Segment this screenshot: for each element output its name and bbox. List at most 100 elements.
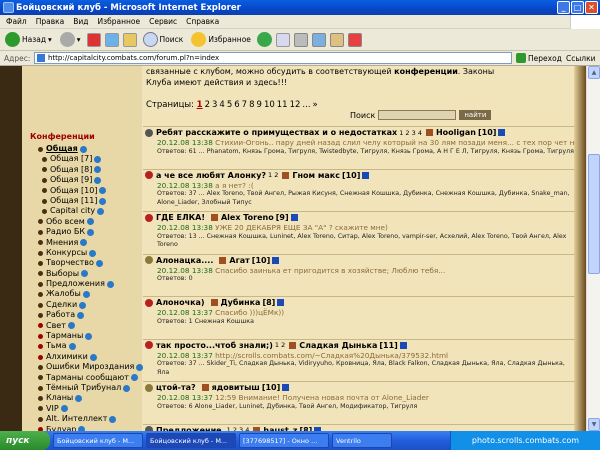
page-link[interactable]: 6	[234, 100, 239, 110]
page-link[interactable]: 9	[257, 100, 262, 110]
sidebar-item[interactable]: Ошибки Мироздания	[30, 362, 144, 372]
topic-pages[interactable]: 1 2	[275, 341, 285, 349]
topic-title[interactable]: так просто...чтоб знали;)	[156, 341, 273, 350]
menu-file[interactable]: Файл	[6, 17, 27, 26]
history-icon[interactable]	[256, 32, 272, 47]
sidebar-item[interactable]: Общая [10]	[30, 186, 144, 196]
sidebar-item[interactable]: Кланы	[30, 393, 144, 403]
topic-title[interactable]: Алоночка)	[156, 298, 205, 307]
stop-icon[interactable]	[86, 32, 101, 47]
scroll-down-button[interactable]: ▼	[588, 418, 600, 431]
sidebar-item[interactable]: Тьма	[30, 341, 144, 351]
info-icon[interactable]	[498, 129, 506, 136]
forward-button[interactable]: ▾	[58, 31, 83, 49]
info-icon[interactable]	[272, 256, 280, 264]
topic-title[interactable]: ГДЕ ЕЛКА!	[156, 213, 205, 222]
page-link[interactable]: 12	[290, 100, 301, 110]
topic-author[interactable]: Дубинка	[221, 298, 261, 307]
page-link[interactable]: 11	[277, 100, 288, 110]
mail-icon[interactable]	[275, 32, 290, 47]
topic-author[interactable]: Агат	[229, 256, 249, 265]
page-link[interactable]: 3	[212, 100, 217, 110]
info-icon[interactable]	[282, 384, 290, 391]
messenger-icon[interactable]	[347, 32, 362, 47]
info-icon[interactable]	[362, 171, 370, 179]
home-icon[interactable]	[122, 32, 137, 47]
topic-author[interactable]: Alex Toreno	[221, 213, 274, 222]
topic-title[interactable]: цтой-та?	[156, 383, 196, 392]
minimize-button[interactable]: _	[557, 1, 570, 14]
links-button[interactable]: Ссылки	[562, 54, 600, 63]
topic-author[interactable]: ядовитыш	[212, 383, 260, 392]
refresh-icon[interactable]	[104, 32, 119, 47]
page-link[interactable]: 2	[205, 100, 210, 110]
discuss-icon[interactable]	[329, 32, 344, 47]
sidebar-item[interactable]: Радио БК	[30, 227, 144, 237]
forum-search-input[interactable]	[378, 110, 457, 120]
edit-icon[interactable]	[311, 32, 326, 47]
task-button[interactable]: [377698517] - Окно ...	[239, 433, 329, 448]
print-icon[interactable]	[293, 32, 308, 47]
task-button[interactable]: Бойцовский клуб - M...	[53, 433, 143, 448]
sidebar-item[interactable]: Alt. Интеллект	[30, 414, 144, 424]
sidebar-item[interactable]: Мнения	[30, 238, 144, 248]
sidebar-item[interactable]: Работа	[30, 310, 144, 320]
sidebar-item[interactable]: Конкурсы	[30, 248, 144, 258]
topic-title[interactable]: а че все любят Алонку?	[156, 171, 266, 180]
page-link[interactable]: 8	[249, 100, 254, 110]
sidebar-item[interactable]: Обо всем	[30, 217, 144, 227]
sidebar-item[interactable]: Общая [8]	[30, 165, 144, 175]
sidebar-item[interactable]: Общая [11]	[30, 196, 144, 206]
sidebar-item[interactable]: Тарманы	[30, 331, 144, 341]
topic-pages[interactable]: 1 2	[268, 171, 278, 179]
topic-author[interactable]: Hooligan	[436, 128, 476, 137]
sidebar-item[interactable]: Свет	[30, 321, 144, 331]
sidebar-item[interactable]: Алхимики	[30, 352, 144, 362]
sidebar-item[interactable]: Предложения	[30, 279, 144, 289]
maximize-button[interactable]: □	[571, 1, 584, 14]
task-button[interactable]: Бойцовский клуб - M...	[146, 433, 236, 448]
sidebar-item[interactable]: Общая [9]	[30, 175, 144, 185]
search-button[interactable]: Поиск	[141, 31, 186, 49]
sidebar-item[interactable]: Творчество	[30, 258, 144, 268]
info-icon[interactable]	[290, 214, 298, 221]
topic-author[interactable]: Сладкая Дынька	[299, 341, 377, 350]
page-link[interactable]: 7	[242, 100, 247, 110]
sidebar-item[interactable]: Сделки	[30, 300, 144, 310]
sidebar-item[interactable]: Тарманы сообщают	[30, 373, 144, 383]
scroll-up-button[interactable]: ▲	[588, 66, 600, 79]
sidebar-item[interactable]: Тёмный Трибунал	[30, 383, 144, 393]
page-link[interactable]: 1	[197, 100, 203, 110]
intro-bold-link[interactable]: конференции	[394, 67, 458, 76]
sidebar-item[interactable]: Выборы	[30, 269, 144, 279]
topic-title[interactable]: Алонацка....	[156, 256, 213, 265]
menu-edit[interactable]: Правка	[36, 17, 65, 26]
go-button[interactable]: Переход	[512, 53, 562, 63]
close-button[interactable]: ✕	[585, 1, 598, 14]
menu-view[interactable]: Вид	[73, 17, 88, 26]
menu-tools[interactable]: Сервис	[149, 17, 177, 26]
start-button[interactable]: пуск	[0, 431, 50, 450]
topic-pages[interactable]: 1 2 3 4	[399, 129, 422, 137]
info-icon[interactable]	[399, 341, 407, 349]
sidebar-item[interactable]: VIP	[30, 404, 144, 414]
page-link[interactable]: »	[313, 100, 318, 110]
back-button[interactable]: Назад ▾	[3, 31, 54, 49]
menu-favorites[interactable]: Избранное	[98, 17, 141, 26]
sidebar-item[interactable]: Общая	[30, 144, 144, 154]
menu-help[interactable]: Справка	[186, 17, 219, 26]
topic-author[interactable]: Гном макс	[292, 171, 340, 180]
forum-search-button[interactable]: найти	[459, 110, 492, 120]
sidebar-item[interactable]: Жалобы	[30, 289, 144, 299]
page-link[interactable]: 4	[219, 100, 224, 110]
address-input[interactable]: http://capitalcity.combats.com/forum.pl?…	[34, 52, 512, 64]
sidebar-item[interactable]: Capital city	[30, 206, 144, 216]
info-icon[interactable]	[277, 299, 285, 306]
page-link[interactable]: 10	[264, 100, 275, 110]
page-link[interactable]: 5	[227, 100, 232, 110]
topic-title[interactable]: Ребят расскажите о примуществах и о недо…	[156, 128, 397, 137]
scroll-thumb[interactable]	[588, 154, 600, 274]
sidebar-item[interactable]: Общая [7]	[30, 154, 144, 164]
page-link[interactable]: ...	[302, 100, 310, 110]
favorites-button[interactable]: Избранное	[189, 31, 253, 49]
